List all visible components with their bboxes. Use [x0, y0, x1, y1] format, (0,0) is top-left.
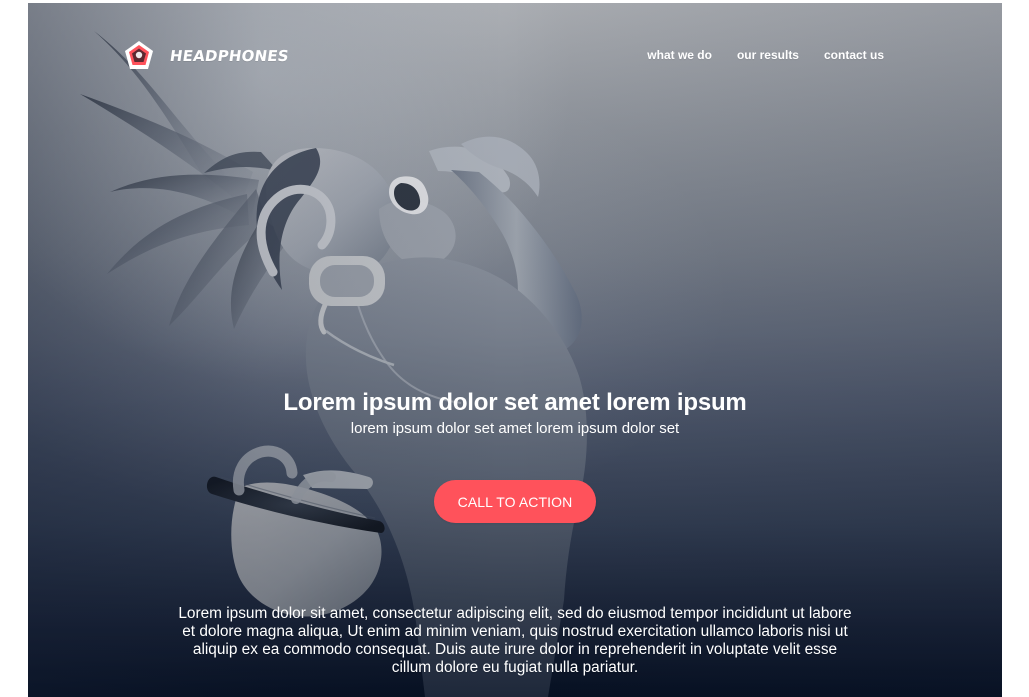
hero-subtitle: lorem ipsum dolor set amet lorem ipsum d…: [350, 420, 680, 437]
call-to-action-button[interactable]: CALL TO ACTION: [434, 480, 596, 523]
right-page-margin: [1002, 0, 1029, 697]
hero-frame: HEADPHONES what we do our results contac…: [28, 3, 1002, 697]
brand-name: HEADPHONES: [168, 47, 291, 65]
hero-title: Lorem ipsum dolor set amet lorem ipsum: [283, 389, 747, 416]
hero-overlay: [28, 3, 1002, 697]
nav-contact-us[interactable]: contact us: [824, 47, 884, 63]
site-header: HEADPHONES what we do our results contac…: [28, 3, 1002, 103]
pentagon-logo-icon: [125, 41, 153, 69]
hero-copy: Lorem ipsum dolor set amet lorem ipsum l…: [28, 388, 1002, 438]
nav-our-results[interactable]: our results: [737, 47, 799, 63]
body-paragraph: Lorem ipsum dolor sit amet, consectetur …: [178, 605, 852, 676]
nav-what-we-do[interactable]: what we do: [647, 47, 712, 63]
main-navigation: what we do our results contact us: [647, 47, 884, 63]
brand[interactable]: HEADPHONES: [122, 39, 291, 73]
